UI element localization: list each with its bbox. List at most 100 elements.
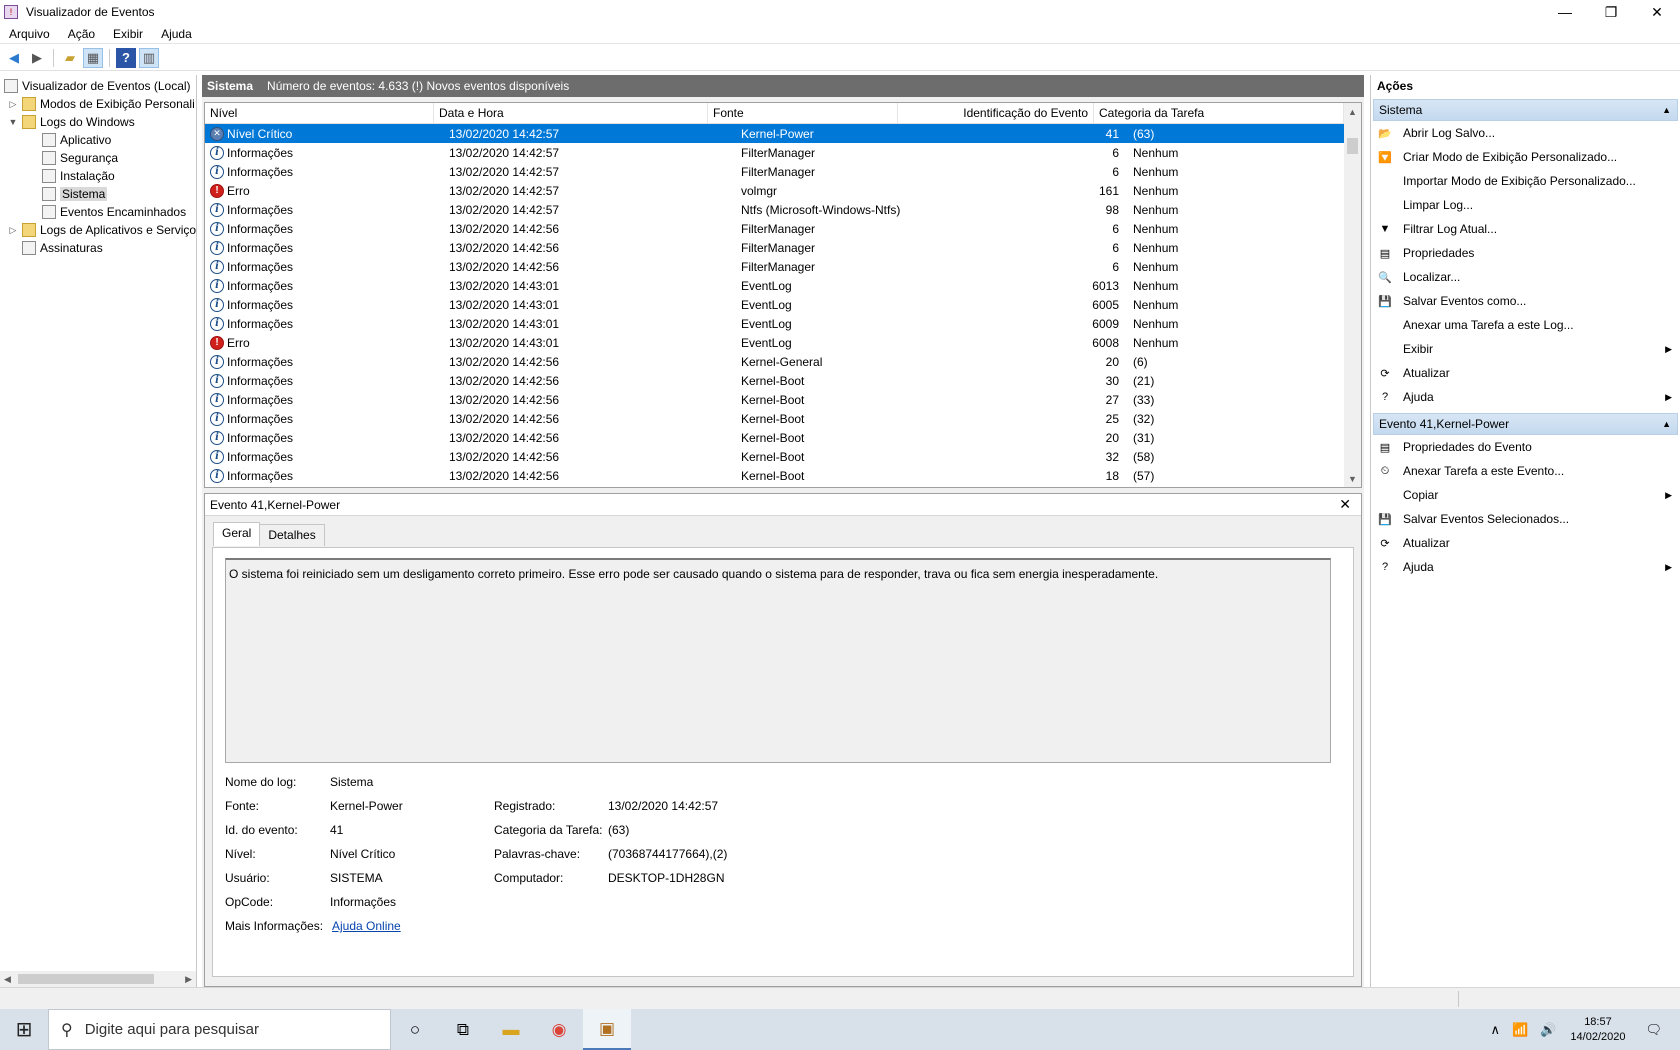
close-button[interactable]: ✕ bbox=[1634, 0, 1680, 24]
window-title: Visualizador de Eventos bbox=[26, 5, 155, 19]
show-action-pane-icon[interactable]: ▥ bbox=[139, 47, 159, 68]
expand-chevron-icon[interactable]: ▷ bbox=[8, 225, 18, 236]
table-row[interactable]: i Informações 13/02/2020 14:42:56 Kernel-Bo… bbox=[205, 447, 1361, 466]
chrome-icon[interactable]: ◉ bbox=[535, 1009, 583, 1050]
action-item[interactable]: ▤ Propriedades bbox=[1371, 241, 1680, 265]
table-row[interactable]: i Informações 13/02/2020 14:42:56 Kernel-Bo… bbox=[205, 390, 1361, 409]
action-item[interactable]: ? Ajuda ▶ bbox=[1371, 555, 1680, 579]
collapse-up-icon[interactable]: ▲ bbox=[1662, 105, 1671, 115]
tree-node-root[interactable]: Visualizador de Eventos (Local) bbox=[4, 77, 191, 95]
column-header-date[interactable]: Data e Hora bbox=[434, 103, 708, 123]
file-explorer-icon[interactable]: ▬ bbox=[487, 1009, 535, 1050]
chevron-up-icon[interactable]: ∧ bbox=[1491, 1022, 1501, 1038]
action-item[interactable]: ⟳ Atualizar bbox=[1371, 531, 1680, 555]
windows-start-icon[interactable]: ⊞ bbox=[0, 1009, 48, 1050]
actions-section-sistema[interactable]: Sistema ▲ bbox=[1373, 99, 1678, 121]
cell-category: Nenhum bbox=[1133, 259, 1179, 274]
action-item[interactable]: Exibir ▶ bbox=[1371, 337, 1680, 361]
action-item[interactable]: Anexar uma Tarefa a este Log... bbox=[1371, 313, 1680, 337]
table-row[interactable]: i Informações 13/02/2020 14:43:01 EventLog 6… bbox=[205, 314, 1361, 333]
column-header-level[interactable]: Nível bbox=[205, 103, 434, 123]
scroll-left-icon[interactable]: ◀ bbox=[4, 974, 11, 985]
volume-icon[interactable]: 🔊 bbox=[1540, 1022, 1556, 1038]
close-detail-icon[interactable]: ✕ bbox=[1339, 496, 1351, 513]
folder-up-icon[interactable]: ▰ bbox=[60, 48, 80, 68]
restore-button[interactable]: ❐ bbox=[1588, 0, 1634, 24]
collapse-chevron-icon[interactable]: ▼ bbox=[8, 117, 18, 127]
event-description[interactable]: O sistema foi reiniciado sem um desligam… bbox=[225, 558, 1331, 763]
scroll-up-icon[interactable]: ▲ bbox=[1344, 103, 1361, 120]
cortana-icon[interactable]: ○ bbox=[391, 1009, 439, 1050]
action-item[interactable]: Copiar ▶ bbox=[1371, 483, 1680, 507]
clock[interactable]: 18:57 14/02/2020 bbox=[1570, 1015, 1625, 1045]
action-item[interactable]: ? Ajuda ▶ bbox=[1371, 385, 1680, 409]
tree-node-app-logs[interactable]: ▷ Logs de Aplicativos e Serviço bbox=[8, 221, 196, 239]
table-row[interactable]: i Informações 13/02/2020 14:42:57 Ntfs (Mic… bbox=[205, 200, 1361, 219]
table-row[interactable]: i Informações 13/02/2020 14:42:56 Kernel-Bo… bbox=[205, 409, 1361, 428]
table-row[interactable]: ! Erro 13/02/2020 14:42:57 volmgr 161 Nenhum bbox=[205, 181, 1361, 200]
event-viewer-taskbar-icon[interactable]: ▣ bbox=[583, 1009, 631, 1050]
tree-node-seguranca[interactable]: Segurança bbox=[42, 149, 118, 167]
column-header-event-id[interactable]: Identificação do Evento bbox=[898, 103, 1094, 123]
online-help-link[interactable]: Ajuda Online bbox=[332, 919, 401, 933]
action-item[interactable]: 🔽 Criar Modo de Exibição Personalizado... bbox=[1371, 145, 1680, 169]
table-row[interactable]: i Informações 13/02/2020 14:42:56 FilterMan… bbox=[205, 219, 1361, 238]
actions-section-event[interactable]: Evento 41,Kernel-Power ▲ bbox=[1373, 413, 1678, 435]
scroll-down-icon[interactable]: ▼ bbox=[1344, 470, 1361, 487]
back-arrow-icon[interactable]: ◀ bbox=[4, 48, 24, 68]
table-row[interactable]: i Informações 13/02/2020 14:42:56 Kernel-Bo… bbox=[205, 466, 1361, 485]
table-row[interactable]: i Informações 13/02/2020 14:42:56 Kernel-Ge… bbox=[205, 352, 1361, 371]
menu-exibir[interactable]: Exibir bbox=[104, 27, 152, 41]
action-item[interactable]: ▤ Propriedades do Evento bbox=[1371, 435, 1680, 459]
menu-arquivo[interactable]: Arquivo bbox=[0, 27, 59, 41]
tree-node-aplicativo[interactable]: Aplicativo bbox=[42, 131, 111, 149]
help-icon[interactable]: ? bbox=[116, 47, 136, 68]
taskbar-search-box[interactable]: ⚲ Digite aqui para pesquisar bbox=[48, 1009, 391, 1050]
table-row[interactable]: i Informações 13/02/2020 14:42:56 Kernel-Bo… bbox=[205, 428, 1361, 447]
action-item[interactable]: ⏲ Anexar Tarefa a este Evento... bbox=[1371, 459, 1680, 483]
notifications-icon[interactable]: 🗨 bbox=[1645, 1022, 1662, 1038]
show-tree-icon[interactable]: ▦ bbox=[83, 47, 103, 68]
column-header-source[interactable]: Fonte bbox=[708, 103, 898, 123]
table-row[interactable]: i Informações 13/02/2020 14:42:56 Kernel-Bo… bbox=[205, 371, 1361, 390]
table-vertical-scrollbar[interactable]: ▲ ▼ bbox=[1344, 103, 1361, 487]
table-row[interactable]: i Informações 13/02/2020 14:43:01 EventLog 6… bbox=[205, 276, 1361, 295]
tree-node-windows-logs[interactable]: ▼ Logs do Windows bbox=[8, 113, 135, 131]
table-row[interactable]: i Informações 13/02/2020 14:43:01 EventLog 6… bbox=[205, 295, 1361, 314]
task-view-icon[interactable]: ⧉ bbox=[439, 1009, 487, 1050]
tree-node-sistema[interactable]: Sistema bbox=[42, 185, 108, 203]
table-row[interactable]: ! Erro 13/02/2020 14:43:01 EventLog 6008 Nenh… bbox=[205, 333, 1361, 352]
action-item[interactable]: 🔍 Localizar... bbox=[1371, 265, 1680, 289]
table-row[interactable]: i Informações 13/02/2020 14:42:57 FilterMan… bbox=[205, 143, 1361, 162]
action-item[interactable]: 💾 Salvar Eventos Selecionados... bbox=[1371, 507, 1680, 531]
column-header-category[interactable]: Categoria da Tarefa bbox=[1094, 103, 1344, 123]
menu-ajuda[interactable]: Ajuda bbox=[152, 27, 201, 41]
action-item[interactable]: 💾 Salvar Eventos como... bbox=[1371, 289, 1680, 313]
tab-geral[interactable]: Geral bbox=[213, 522, 261, 546]
network-icon[interactable]: 📶 bbox=[1512, 1022, 1528, 1038]
forward-arrow-icon[interactable]: ▶ bbox=[27, 48, 47, 68]
expand-chevron-icon[interactable]: ▷ bbox=[8, 99, 18, 110]
tree-node-forwarded-events[interactable]: Eventos Encaminhados bbox=[42, 203, 186, 221]
action-item[interactable]: Limpar Log... bbox=[1371, 193, 1680, 217]
collapse-up-icon[interactable]: ▲ bbox=[1662, 419, 1671, 429]
action-item[interactable]: ⟳ Atualizar bbox=[1371, 361, 1680, 385]
action-item[interactable]: 📂 Abrir Log Salvo... bbox=[1371, 121, 1680, 145]
table-row[interactable]: i Informações 13/02/2020 14:42:57 FilterMan… bbox=[205, 162, 1361, 181]
table-row[interactable]: ✕ Nível Crítico 13/02/2020 14:42:57 Kernel-… bbox=[205, 124, 1361, 143]
tree-node-subscriptions[interactable]: Assinaturas bbox=[22, 239, 103, 257]
tab-detalhes[interactable]: Detalhes bbox=[259, 524, 325, 546]
action-item[interactable]: ▼ Filtrar Log Atual... bbox=[1371, 217, 1680, 241]
tree-node-custom-views[interactable]: ▷ Modos de Exibição Personali bbox=[8, 95, 195, 113]
scrollbar-thumb[interactable] bbox=[1347, 138, 1358, 154]
scrollbar-thumb[interactable] bbox=[18, 974, 154, 984]
table-row[interactable]: i Informações 13/02/2020 14:42:56 FilterMan… bbox=[205, 257, 1361, 276]
minimize-button[interactable]: — bbox=[1542, 0, 1588, 24]
tree-horizontal-scrollbar[interactable]: ◀ ▶ bbox=[0, 971, 196, 987]
event-viewer-app-icon: ! bbox=[4, 5, 18, 19]
scroll-right-icon[interactable]: ▶ bbox=[185, 974, 192, 985]
tree-node-instalacao[interactable]: Instalação bbox=[42, 167, 115, 185]
menu-acao[interactable]: Ação bbox=[59, 27, 104, 41]
action-item[interactable]: Importar Modo de Exibição Personalizado.… bbox=[1371, 169, 1680, 193]
table-row[interactable]: i Informações 13/02/2020 14:42:56 FilterMan… bbox=[205, 238, 1361, 257]
